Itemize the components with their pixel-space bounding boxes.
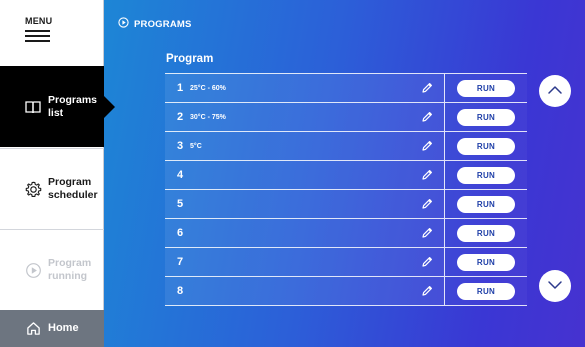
run-cell: RUN: [445, 190, 527, 218]
pencil-icon[interactable]: [420, 197, 434, 211]
program-number: 7: [177, 256, 184, 268]
program-cell[interactable]: 6: [165, 219, 445, 247]
run-cell: RUN: [445, 132, 527, 160]
program-cell[interactable]: 5: [165, 190, 445, 218]
run-button[interactable]: RUN: [457, 137, 515, 155]
program-cell[interactable]: 1 25°C - 60%: [165, 74, 445, 102]
gear-icon: [22, 178, 44, 200]
program-number: 2: [177, 111, 184, 123]
pencil-icon[interactable]: [420, 81, 434, 95]
sidebar-item-program-running[interactable]: Program running: [0, 229, 104, 310]
table-row: 8 RUN: [165, 277, 527, 306]
pencil-icon[interactable]: [420, 255, 434, 269]
page-title: PROGRAMS: [134, 18, 192, 30]
pencil-icon[interactable]: [420, 284, 434, 298]
hamburger-icon: [25, 30, 50, 42]
sidebar-item-program-scheduler[interactable]: Program scheduler: [0, 148, 104, 229]
sidebar-item-programs-list[interactable]: Programs list: [0, 66, 104, 147]
run-button[interactable]: RUN: [457, 79, 515, 97]
table-row: 7 RUN: [165, 248, 527, 277]
programs-table: 1 25°C - 60% RUN 2 30°C - 75% RUN 3 5°C RUN 4 RUN 5…: [165, 73, 527, 306]
program-number: 8: [177, 285, 184, 297]
column-header-program: Program: [166, 53, 214, 65]
program-number: 5: [177, 198, 184, 210]
table-row: 6 RUN: [165, 219, 527, 248]
home-icon: [22, 318, 44, 340]
run-cell: RUN: [445, 219, 527, 247]
run-cell: RUN: [445, 103, 527, 131]
table-row: 1 25°C - 60% RUN: [165, 74, 527, 103]
menu-button[interactable]: MENU: [0, 0, 104, 66]
table-row: 5 RUN: [165, 190, 527, 219]
run-button[interactable]: RUN: [457, 166, 515, 184]
chevron-up-icon: [547, 82, 563, 100]
program-cell[interactable]: 2 30°C - 75%: [165, 103, 445, 131]
table-row: 2 30°C - 75% RUN: [165, 103, 527, 132]
play-circle-icon: [22, 259, 44, 281]
program-cell[interactable]: 3 5°C: [165, 132, 445, 160]
program-number: 3: [177, 140, 184, 152]
program-description: 25°C - 60%: [190, 84, 226, 92]
sidebar-item-label: Program running: [48, 257, 92, 282]
active-indicator-arrow: [104, 96, 115, 118]
program-cell[interactable]: 7: [165, 248, 445, 276]
chevron-down-icon: [547, 277, 563, 295]
sidebar-item-label: Programs list: [48, 93, 98, 119]
pencil-icon[interactable]: [420, 226, 434, 240]
run-cell: RUN: [445, 248, 527, 276]
run-button[interactable]: RUN: [457, 195, 515, 213]
home-label: Home: [48, 322, 79, 334]
run-cell: RUN: [445, 277, 527, 305]
pencil-icon[interactable]: [420, 139, 434, 153]
run-cell: RUN: [445, 74, 527, 102]
pencil-icon[interactable]: [420, 110, 434, 124]
run-button[interactable]: RUN: [457, 108, 515, 126]
run-button[interactable]: RUN: [457, 282, 515, 300]
menu-label: MENU: [25, 16, 53, 26]
breadcrumb: PROGRAMS: [118, 15, 192, 33]
home-button[interactable]: Home: [0, 310, 104, 347]
sidebar-item-label: Program scheduler: [48, 176, 98, 201]
scroll-up-button[interactable]: [539, 75, 571, 107]
run-button[interactable]: RUN: [457, 224, 515, 242]
scroll-down-button[interactable]: [539, 270, 571, 302]
sidebar: MENU Programs list Program scheduler Pro…: [0, 0, 104, 347]
program-number: 1: [177, 82, 184, 94]
program-number: 4: [177, 169, 184, 181]
table-row: 4 RUN: [165, 161, 527, 190]
run-button[interactable]: RUN: [457, 253, 515, 271]
program-description: 5°C: [190, 142, 202, 150]
program-description: 30°C - 75%: [190, 113, 226, 121]
play-circle-icon: [118, 15, 129, 33]
book-icon: [22, 96, 44, 118]
program-cell[interactable]: 8: [165, 277, 445, 305]
table-row: 3 5°C RUN: [165, 132, 527, 161]
program-number: 6: [177, 227, 184, 239]
program-cell[interactable]: 4: [165, 161, 445, 189]
main-panel: PROGRAMS Program 1 25°C - 60% RUN 2 30°C - 7…: [104, 0, 585, 347]
pencil-icon[interactable]: [420, 168, 434, 182]
run-cell: RUN: [445, 161, 527, 189]
